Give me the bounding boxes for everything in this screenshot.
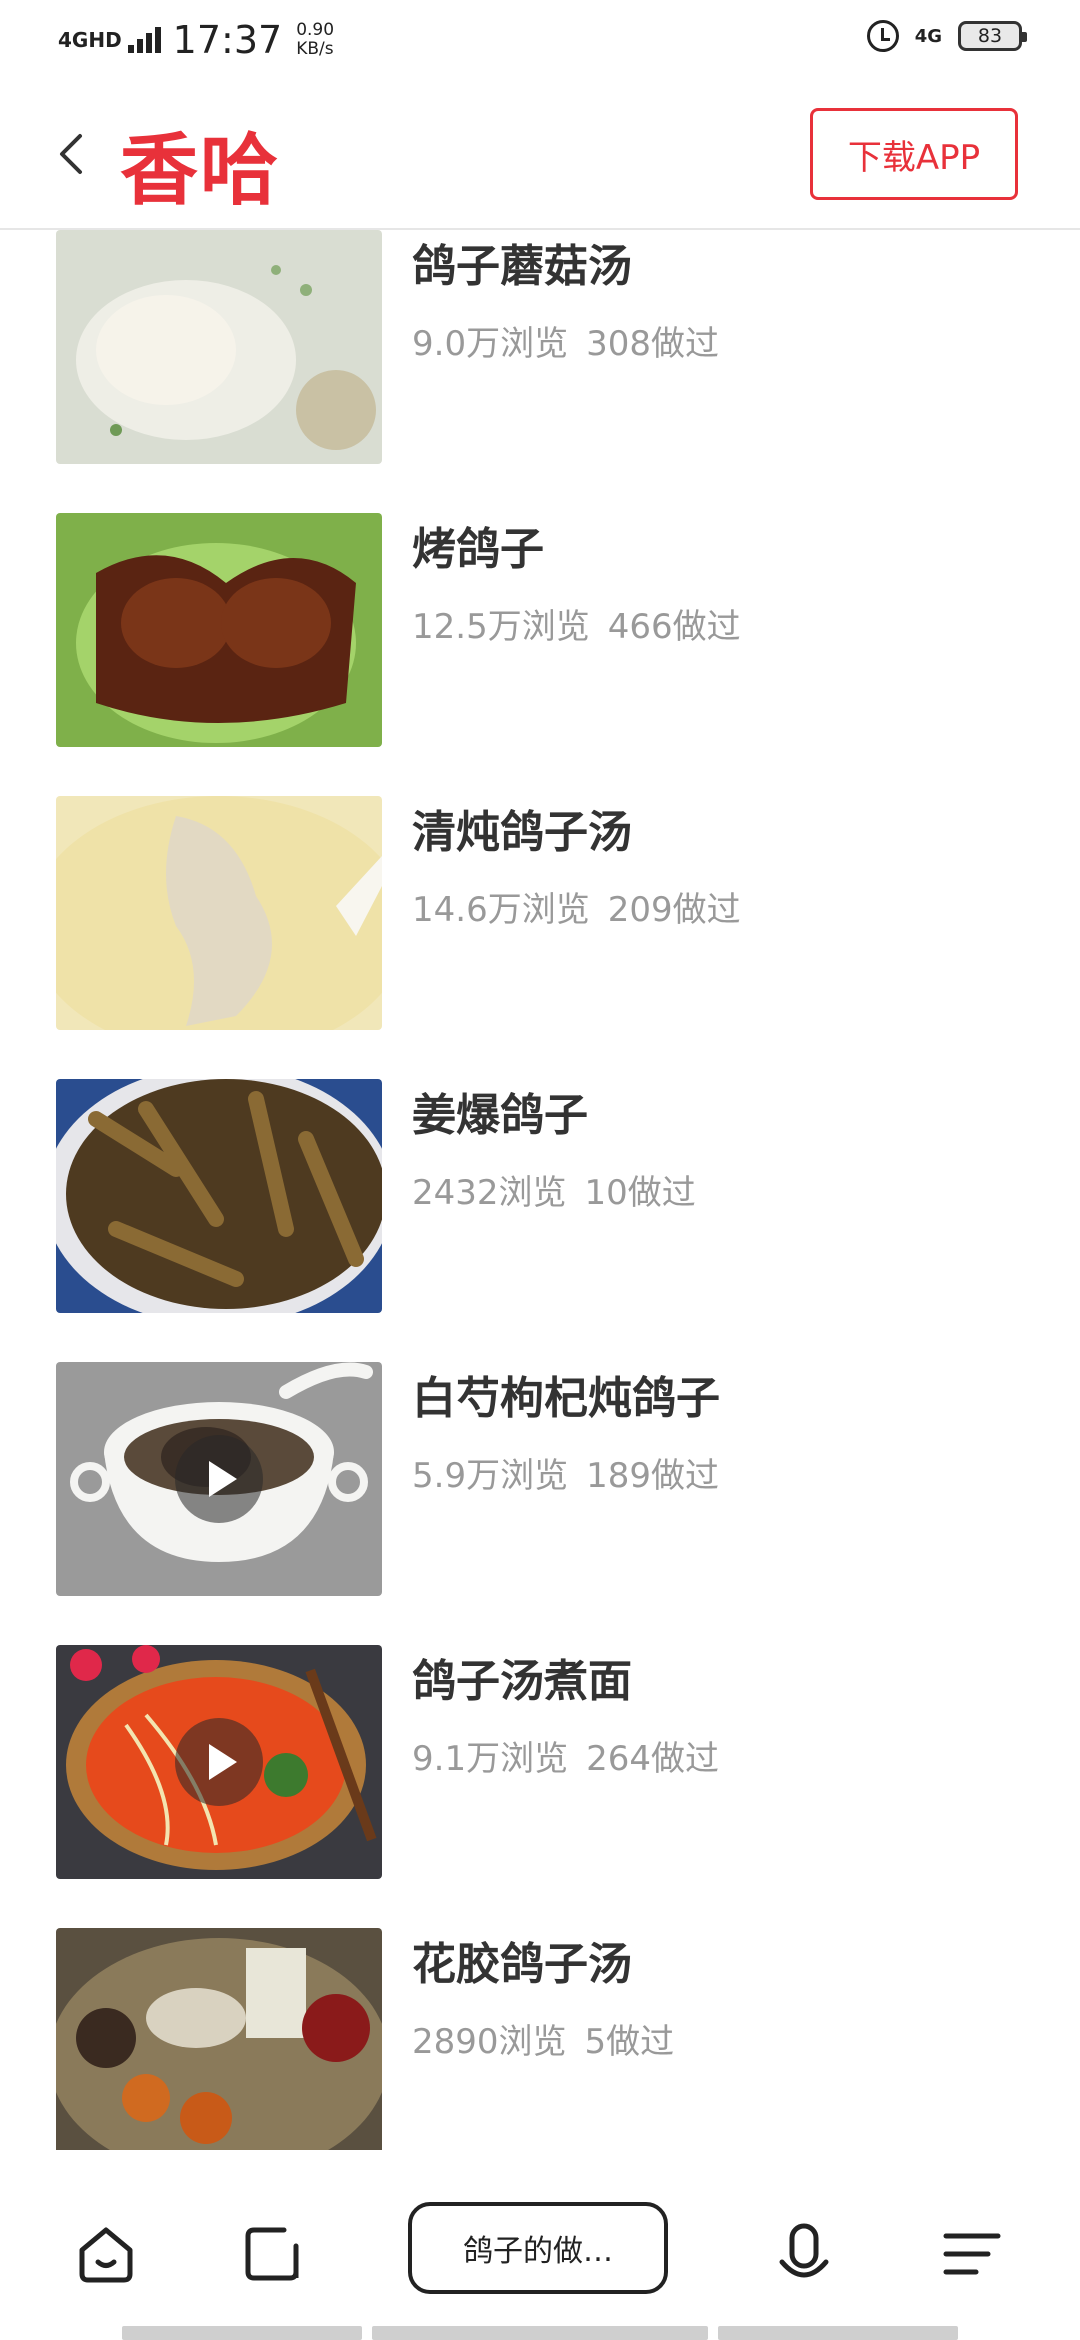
network-4g: 4G [914, 25, 942, 47]
view-count: 9.0万浏览 [412, 324, 569, 364]
recipe-title[interactable]: 清炖鸽子汤 [412, 796, 632, 860]
view-count: 12.5万浏览 [412, 607, 590, 647]
recipe-thumbnail[interactable] [56, 230, 382, 464]
recipe-stats: 5.9万浏览 189做过 [412, 1448, 737, 1497]
made-count: 466做过 [607, 607, 741, 647]
view-count: 2432浏览 [412, 1173, 567, 1213]
recipe-item[interactable]: 姜爆鸽子 2432浏览 10做过 [56, 1079, 1024, 1319]
made-count: 209做过 [607, 890, 741, 930]
recipe-title[interactable]: 花胶鸽子汤 [412, 1928, 632, 1992]
view-count: 14.6万浏览 [412, 890, 590, 930]
battery-icon: 83 [958, 21, 1027, 51]
recipe-title[interactable]: 白芍枸杞炖鸽子 [412, 1362, 720, 1426]
recipe-list: 鸽子蘑菇汤 9.0万浏览 308做过烤鸽子 12.5万浏览 466做过清炖鸽子汤 14.6… [0, 230, 1080, 2150]
recipe-title[interactable]: 姜爆鸽子 [412, 1079, 588, 1143]
recipe-thumbnail[interactable] [56, 1362, 382, 1596]
recipe-item[interactable]: 鸽子汤煮面 9.1万浏览 264做过 [56, 1645, 1024, 1885]
speed-value: 0.90 [296, 20, 335, 40]
made-count: 5做过 [584, 2022, 675, 2062]
download-app-button[interactable]: 下载APP [810, 108, 1018, 200]
gesture-bar-left [122, 2326, 362, 2340]
recipe-stats: 2432浏览 10做过 [412, 1165, 714, 1214]
network-speed: 0.90 KB/s [296, 21, 334, 59]
brand-logo[interactable]: 香哈 [120, 108, 280, 220]
recipe-item[interactable]: 鸽子蘑菇汤 9.0万浏览 308做过 [56, 230, 1024, 470]
alarm-icon [866, 20, 899, 52]
recipe-thumbnail[interactable] [56, 1928, 382, 2150]
recipe-thumbnail[interactable] [56, 513, 382, 747]
microphone-icon[interactable] [772, 2222, 836, 2286]
speed-unit: KB/s [296, 39, 334, 59]
battery-level: 83 [977, 25, 1003, 47]
tabs-icon[interactable] [240, 2222, 304, 2286]
menu-icon[interactable] [940, 2222, 1004, 2286]
recipe-title[interactable]: 鸽子汤煮面 [412, 1645, 632, 1709]
made-count: 264做过 [586, 1739, 719, 1779]
gesture-bar-right [718, 2326, 958, 2340]
recipe-item[interactable]: 清炖鸽子汤 14.6万浏览 209做过 [56, 796, 1024, 1036]
app-header: 香哈 下载APP [0, 84, 1080, 230]
play-icon[interactable] [175, 1718, 263, 1806]
made-count: 10做过 [584, 1173, 696, 1213]
play-icon[interactable] [175, 1435, 263, 1523]
status-left: 4GHD 17:37 0.90 KB/s [58, 18, 334, 62]
network-type: 4GHD [58, 28, 122, 52]
recipe-item[interactable]: 烤鸽子 12.5万浏览 466做过 [56, 513, 1024, 753]
status-right: 4G 83 [866, 20, 1027, 52]
gesture-bar-center [372, 2326, 708, 2340]
recipe-stats: 14.6万浏览 209做过 [412, 882, 759, 931]
status-time: 17:37 [172, 18, 283, 62]
view-count: 2890浏览 [412, 2022, 567, 2062]
recipe-stats: 9.1万浏览 264做过 [412, 1731, 737, 1780]
view-count: 5.9万浏览 [412, 1456, 569, 1496]
bottom-toolbar: 鸽子的做… [0, 2178, 1080, 2328]
recipe-item[interactable]: 白芍枸杞炖鸽子 5.9万浏览 189做过 [56, 1362, 1024, 1602]
view-count: 9.1万浏览 [412, 1739, 569, 1779]
recipe-stats: 12.5万浏览 466做过 [412, 599, 759, 648]
recipe-title[interactable]: 鸽子蘑菇汤 [412, 230, 632, 294]
recipe-thumbnail[interactable] [56, 796, 382, 1030]
recipe-stats: 2890浏览 5做过 [412, 2014, 692, 2063]
recipe-item[interactable]: 花胶鸽子汤 2890浏览 5做过 [56, 1928, 1024, 2150]
recipe-title[interactable]: 烤鸽子 [412, 513, 544, 577]
recipe-thumbnail[interactable] [56, 1079, 382, 1313]
home-icon[interactable] [74, 2222, 138, 2286]
recipe-thumbnail[interactable] [56, 1645, 382, 1879]
signal-icon [127, 27, 161, 53]
made-count: 308做过 [586, 324, 719, 364]
back-arrow-icon[interactable] [56, 132, 86, 176]
made-count: 189做过 [586, 1456, 719, 1496]
recipe-stats: 9.0万浏览 308做过 [412, 316, 737, 365]
status-bar: 4GHD 17:37 0.90 KB/s 4G 83 [0, 0, 1080, 84]
address-search-bar[interactable]: 鸽子的做… [408, 2202, 668, 2294]
